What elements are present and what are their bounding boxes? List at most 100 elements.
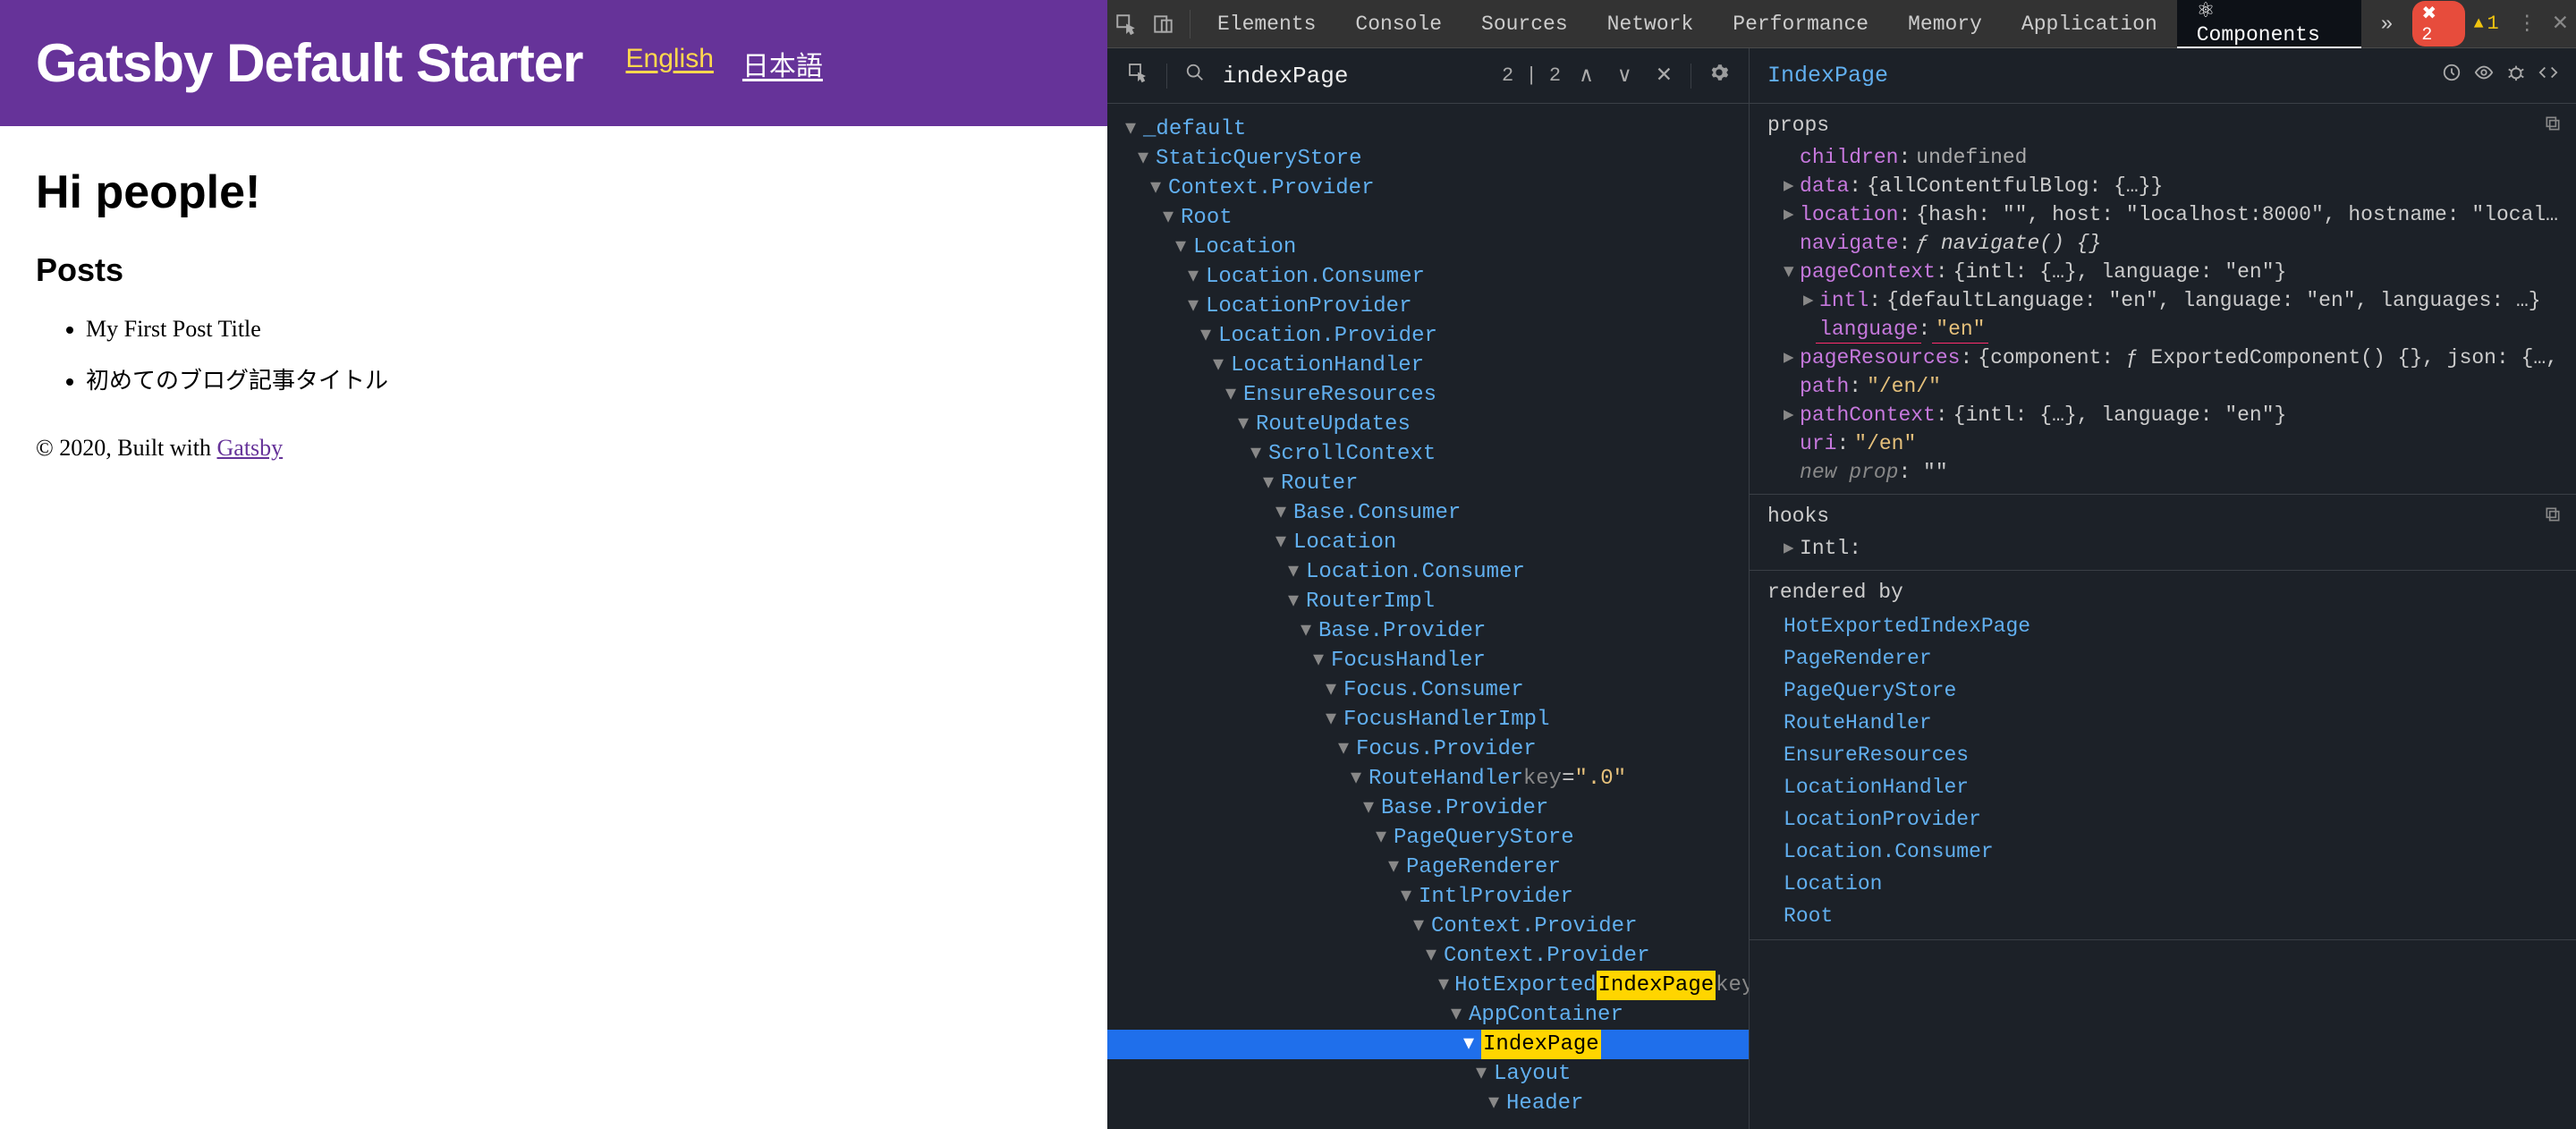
hooks-section: hooks ▸Intl: <box>1750 495 2576 571</box>
props-toolbar: IndexPage <box>1750 48 2576 104</box>
tree-node[interactable]: ▾LocationProvider <box>1107 292 1749 321</box>
tree-node[interactable]: ▾RouteUpdates <box>1107 410 1749 439</box>
kebab-menu-icon[interactable]: ⋮ <box>2510 0 2545 48</box>
tab-elements[interactable]: Elements <box>1198 0 1335 48</box>
close-icon[interactable]: ✕ <box>2545 0 2576 48</box>
next-result-icon[interactable]: ∨ <box>1612 64 1638 88</box>
rendered-by-item[interactable]: Root <box>1767 900 2558 932</box>
tree-node[interactable]: ▾Layout <box>1107 1059 1749 1089</box>
tree-node[interactable]: ▾Focus.Consumer <box>1107 675 1749 705</box>
gear-icon[interactable] <box>1704 63 1734 89</box>
search-input[interactable]: indexPage <box>1223 63 1489 89</box>
tree-node[interactable]: ▾Focus.Provider <box>1107 734 1749 764</box>
section-heading: rendered by <box>1767 578 2558 607</box>
search-count: 2 | 2 <box>1502 64 1561 87</box>
gatsby-link[interactable]: Gatsby <box>217 435 284 461</box>
rendered-by-item[interactable]: LocationHandler <box>1767 771 2558 803</box>
error-badge[interactable]: ✖ 2 <box>2412 1 2464 47</box>
tree-node[interactable]: ▾ScrollContext <box>1107 439 1749 469</box>
tree-node[interactable]: ▾Base.Consumer <box>1107 498 1749 528</box>
tree-node[interactable]: ▾IntlProvider <box>1107 882 1749 912</box>
rendered-by-item[interactable]: PageRenderer <box>1767 642 2558 675</box>
rendered-by-item[interactable]: PageQueryStore <box>1767 675 2558 707</box>
component-tree[interactable]: ▾_default▾StaticQueryStore▾Context.Provi… <box>1107 104 1749 1129</box>
eye-icon[interactable] <box>2474 63 2494 89</box>
tab-components[interactable]: ⚛ Components <box>2177 0 2361 48</box>
prop-row[interactable]: ▾pageContext: {intl: {…}, language: "en"… <box>1767 258 2558 286</box>
prop-row[interactable]: path: "/en/" <box>1767 372 2558 401</box>
copy-icon[interactable] <box>2544 113 2562 141</box>
prop-row[interactable]: ▸pageResources: {component: ƒ ExportedCo… <box>1767 344 2558 372</box>
tree-node[interactable]: ▾FocusHandler <box>1107 646 1749 675</box>
tree-node[interactable]: ▾PageQueryStore <box>1107 823 1749 853</box>
component-tree-panel: indexPage 2 | 2 ∧ ∨ ✕ ▾_default▾StaticQu… <box>1107 48 1750 1129</box>
rendered-by-item[interactable]: HotExportedIndexPage <box>1767 610 2558 642</box>
lang-english-link[interactable]: English <box>626 44 714 83</box>
prop-row[interactable]: ▸intl: {defaultLanguage: "en", language:… <box>1767 286 2558 315</box>
suspend-icon[interactable] <box>2442 63 2462 89</box>
inspect-element-icon[interactable] <box>1107 0 1145 48</box>
clear-search-icon[interactable]: ✕ <box>1650 64 1678 88</box>
tree-node[interactable]: ▾Context.Provider <box>1107 912 1749 941</box>
rendered-by-item[interactable]: Location <box>1767 868 2558 900</box>
tree-node[interactable]: ▾Context.Provider <box>1107 174 1749 203</box>
tree-node[interactable]: ▾RouteHandler key=".0" <box>1107 764 1749 794</box>
tree-node[interactable]: ▾LocationHandler <box>1107 351 1749 380</box>
list-item[interactable]: 初めてのブログ記事タイトル <box>86 362 1072 395</box>
prop-row[interactable]: ▸data: {allContentfulBlog: {…}} <box>1767 172 2558 200</box>
prop-row[interactable]: children: undefined <box>1767 143 2558 172</box>
select-element-icon[interactable] <box>1122 62 1154 89</box>
tree-node[interactable]: ▾Base.Provider <box>1107 616 1749 646</box>
bug-icon[interactable] <box>2506 63 2526 89</box>
tab-console[interactable]: Console <box>1335 0 1462 48</box>
rendered-by-item[interactable]: Location.Consumer <box>1767 836 2558 868</box>
tree-node[interactable]: ▾RouterImpl <box>1107 587 1749 616</box>
tab-performance[interactable]: Performance <box>1713 0 1888 48</box>
tree-node[interactable]: ▾Router <box>1107 469 1749 498</box>
tree-node[interactable]: ▾Base.Provider <box>1107 794 1749 823</box>
page-header: Gatsby Default Starter English 日本語 <box>0 0 1107 126</box>
tree-node[interactable]: ▾Location <box>1107 528 1749 557</box>
tree-node[interactable]: ▾_default <box>1107 115 1749 144</box>
tree-node[interactable]: ▾Context.Provider <box>1107 941 1749 971</box>
prop-row[interactable]: uri: "/en" <box>1767 429 2558 458</box>
tree-node[interactable]: ▾Location.Consumer <box>1107 262 1749 292</box>
tab-application[interactable]: Application <box>2002 0 2177 48</box>
tree-node[interactable]: ▾HotExportedIndexPage key="/en/" <box>1107 971 1749 1000</box>
tab-memory[interactable]: Memory <box>1888 0 2002 48</box>
rendered-by-item[interactable]: EnsureResources <box>1767 739 2558 771</box>
prop-row[interactable]: new prop : "" <box>1767 458 2558 487</box>
warning-badge[interactable]: 1 <box>2474 13 2499 35</box>
gatsby-page: Gatsby Default Starter English 日本語 Hi pe… <box>0 0 1107 1121</box>
copy-icon[interactable] <box>2544 504 2562 532</box>
tree-node[interactable]: ▾PageRenderer <box>1107 853 1749 882</box>
rendered-by-item[interactable]: LocationProvider <box>1767 803 2558 836</box>
rendered-by-item[interactable]: RouteHandler <box>1767 707 2558 739</box>
tree-node[interactable]: ▾Location.Consumer <box>1107 557 1749 587</box>
tree-node[interactable]: ▾StaticQueryStore <box>1107 144 1749 174</box>
hook-row[interactable]: ▸Intl: <box>1767 534 2558 563</box>
tree-node[interactable]: ▾Root <box>1107 203 1749 233</box>
tree-node[interactable]: ▾Location.Provider <box>1107 321 1749 351</box>
props-panel: IndexPage props children: undefined▸data… <box>1750 48 2576 1129</box>
tree-node[interactable]: ▾Header <box>1107 1089 1749 1118</box>
device-toggle-icon[interactable] <box>1145 0 1182 48</box>
tree-node[interactable]: ▾EnsureResources <box>1107 380 1749 410</box>
prop-row[interactable]: ▸pathContext: {intl: {…}, language: "en"… <box>1767 401 2558 429</box>
tree-node[interactable]: ▾AppContainer <box>1107 1000 1749 1030</box>
tree-node[interactable]: ▾FocusHandlerImpl <box>1107 705 1749 734</box>
tree-node[interactable]: ▾Location <box>1107 233 1749 262</box>
tab-more[interactable]: » <box>2361 0 2413 48</box>
tab-network[interactable]: Network <box>1588 0 1714 48</box>
rendered-by-section: rendered by HotExportedIndexPagePageRend… <box>1750 571 2576 940</box>
list-item[interactable]: My First Post Title <box>86 316 1072 343</box>
prop-row[interactable]: language: "en" <box>1767 315 2558 344</box>
tab-sources[interactable]: Sources <box>1462 0 1588 48</box>
prop-row[interactable]: navigate: ƒ navigate() {} <box>1767 229 2558 258</box>
prop-row[interactable]: ▸location: {hash: "", host: "localhost:8… <box>1767 200 2558 229</box>
prev-result-icon[interactable]: ∧ <box>1573 64 1599 88</box>
tree-node[interactable]: ▾IndexPage <box>1107 1030 1749 1059</box>
view-source-icon[interactable] <box>2538 63 2558 89</box>
lang-japanese-link[interactable]: 日本語 <box>742 44 823 83</box>
divider <box>1690 64 1691 89</box>
